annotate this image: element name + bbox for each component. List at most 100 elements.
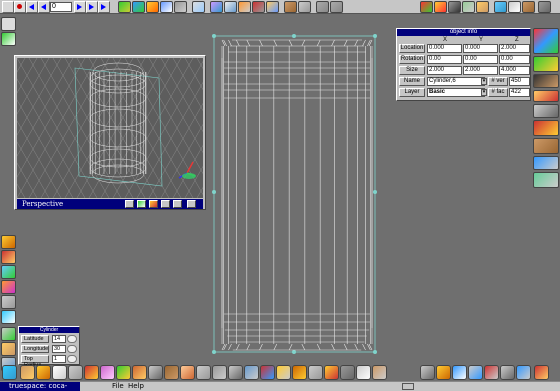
render-icon[interactable] bbox=[420, 1, 433, 13]
torus-icon[interactable] bbox=[116, 365, 131, 380]
shader-icon[interactable] bbox=[533, 90, 559, 102]
play-back-icon[interactable] bbox=[38, 1, 50, 13]
close-icon[interactable] bbox=[125, 200, 134, 208]
unglue-tool-icon[interactable] bbox=[238, 1, 251, 13]
view-icon[interactable] bbox=[494, 1, 507, 13]
object-tool-icon[interactable] bbox=[118, 1, 131, 13]
cylinder-primitive-icon[interactable] bbox=[164, 365, 179, 380]
grid-icon[interactable] bbox=[522, 1, 535, 13]
perspective-viewport[interactable] bbox=[17, 58, 203, 198]
shape-icon[interactable] bbox=[20, 365, 35, 380]
grid-snap-icon[interactable] bbox=[452, 365, 467, 380]
lathe-icon[interactable] bbox=[68, 365, 83, 380]
top-radius-field[interactable]: 1 bbox=[52, 355, 66, 363]
rewind-icon[interactable] bbox=[26, 1, 38, 13]
vase-icon[interactable] bbox=[52, 365, 67, 380]
menu-help[interactable]: Help bbox=[128, 382, 144, 391]
folder-icon[interactable] bbox=[1, 235, 16, 249]
size-x[interactable]: 2.000 bbox=[427, 66, 462, 75]
record-camera-icon[interactable] bbox=[484, 365, 499, 380]
pan-icon[interactable] bbox=[161, 200, 170, 208]
minimize-icon[interactable] bbox=[402, 383, 414, 390]
object-lib-icon[interactable] bbox=[1, 327, 16, 341]
sweep-icon[interactable] bbox=[244, 365, 259, 380]
name-select[interactable]: Cylinder,6 bbox=[427, 77, 485, 86]
location-z[interactable]: 2.000 bbox=[499, 44, 530, 53]
texture-map-icon[interactable] bbox=[533, 120, 559, 136]
view-mode-icon[interactable] bbox=[137, 200, 146, 208]
perspective-titlebar[interactable]: Perspective bbox=[17, 199, 203, 209]
man-icon[interactable] bbox=[180, 365, 195, 380]
fractal-icon[interactable] bbox=[372, 365, 387, 380]
pointer-icon[interactable] bbox=[420, 365, 435, 380]
text-icon[interactable] bbox=[228, 365, 243, 380]
spinner-icon[interactable] bbox=[67, 345, 77, 353]
rotation-z[interactable]: 0.00 bbox=[499, 55, 530, 64]
color-icon[interactable] bbox=[1, 280, 16, 294]
plane-primitive-icon[interactable] bbox=[196, 365, 211, 380]
record-icon[interactable] bbox=[14, 1, 26, 13]
scene-icon[interactable] bbox=[2, 365, 17, 380]
render-object-icon[interactable] bbox=[434, 1, 447, 13]
light-icon[interactable] bbox=[508, 1, 521, 13]
cube-tool-icon[interactable] bbox=[284, 1, 297, 13]
size-z[interactable]: 4.000 bbox=[499, 66, 530, 75]
primitive-icon[interactable] bbox=[1, 342, 16, 356]
lattice-icon[interactable] bbox=[340, 365, 355, 380]
layer-select[interactable]: Basic bbox=[427, 88, 485, 97]
latitude-field[interactable]: 14 bbox=[52, 335, 66, 343]
spline-icon[interactable] bbox=[276, 365, 291, 380]
rotate-tool-icon[interactable] bbox=[146, 1, 159, 13]
window-menu-icon[interactable] bbox=[187, 200, 196, 208]
material-icon[interactable] bbox=[1, 250, 16, 264]
size-label[interactable]: Size bbox=[399, 66, 425, 75]
library-icon[interactable] bbox=[1, 32, 16, 46]
menu-icon[interactable] bbox=[2, 1, 14, 13]
chevron-down-icon[interactable]: ▾ bbox=[481, 89, 487, 96]
knot-icon[interactable] bbox=[100, 365, 115, 380]
down-arrow-icon[interactable] bbox=[330, 1, 343, 13]
frame-field[interactable]: 0 bbox=[50, 2, 72, 12]
sphere-material-icon[interactable] bbox=[533, 104, 559, 118]
scale-tool-icon[interactable] bbox=[160, 1, 173, 13]
settings-icon[interactable] bbox=[538, 1, 551, 13]
help-icon[interactable] bbox=[1, 17, 16, 31]
location-x[interactable]: 0.000 bbox=[427, 44, 462, 53]
texture-icon[interactable] bbox=[1, 265, 16, 279]
object-info-icon[interactable] bbox=[266, 1, 279, 13]
shade-icon[interactable] bbox=[1, 295, 16, 309]
cone-icon[interactable] bbox=[36, 365, 51, 380]
paint-tool-icon[interactable] bbox=[210, 1, 223, 13]
landscape-icon[interactable] bbox=[1, 310, 16, 324]
plane-icon[interactable] bbox=[533, 172, 559, 188]
axis-tool-icon[interactable] bbox=[174, 1, 187, 13]
erase-tool-icon[interactable] bbox=[298, 1, 311, 13]
up-arrow-icon[interactable] bbox=[316, 1, 329, 13]
ruler-icon[interactable] bbox=[468, 365, 483, 380]
render-scene-icon[interactable] bbox=[500, 365, 515, 380]
mirror-icon[interactable] bbox=[356, 365, 371, 380]
hand-icon[interactable] bbox=[462, 1, 475, 13]
end-icon[interactable] bbox=[98, 1, 110, 13]
light-source-icon[interactable] bbox=[436, 365, 451, 380]
boolean-icon[interactable] bbox=[292, 365, 307, 380]
location-label[interactable]: Location bbox=[399, 44, 425, 53]
size-y[interactable]: 2.000 bbox=[463, 66, 498, 75]
zoom-icon[interactable] bbox=[149, 200, 158, 208]
glue-tool-icon[interactable] bbox=[224, 1, 237, 13]
smooth-icon[interactable] bbox=[308, 365, 323, 380]
rotation-x[interactable]: 0.00 bbox=[427, 55, 462, 64]
location-y[interactable]: 0.000 bbox=[463, 44, 498, 53]
network-icon[interactable] bbox=[516, 365, 531, 380]
link-tool-icon[interactable] bbox=[192, 1, 205, 13]
spinner-icon[interactable] bbox=[67, 335, 77, 343]
environment-icon[interactable] bbox=[533, 156, 559, 170]
rotation-y[interactable]: 0.00 bbox=[463, 55, 498, 64]
palette-icon[interactable] bbox=[533, 28, 559, 54]
move-tool-icon[interactable] bbox=[132, 1, 145, 13]
rotation-label[interactable]: Rotation bbox=[399, 55, 425, 64]
chevron-down-icon[interactable]: ▾ bbox=[481, 78, 487, 85]
spinner-icon[interactable] bbox=[67, 355, 77, 363]
eye-icon[interactable] bbox=[448, 1, 461, 13]
camera-icon[interactable] bbox=[476, 1, 489, 13]
